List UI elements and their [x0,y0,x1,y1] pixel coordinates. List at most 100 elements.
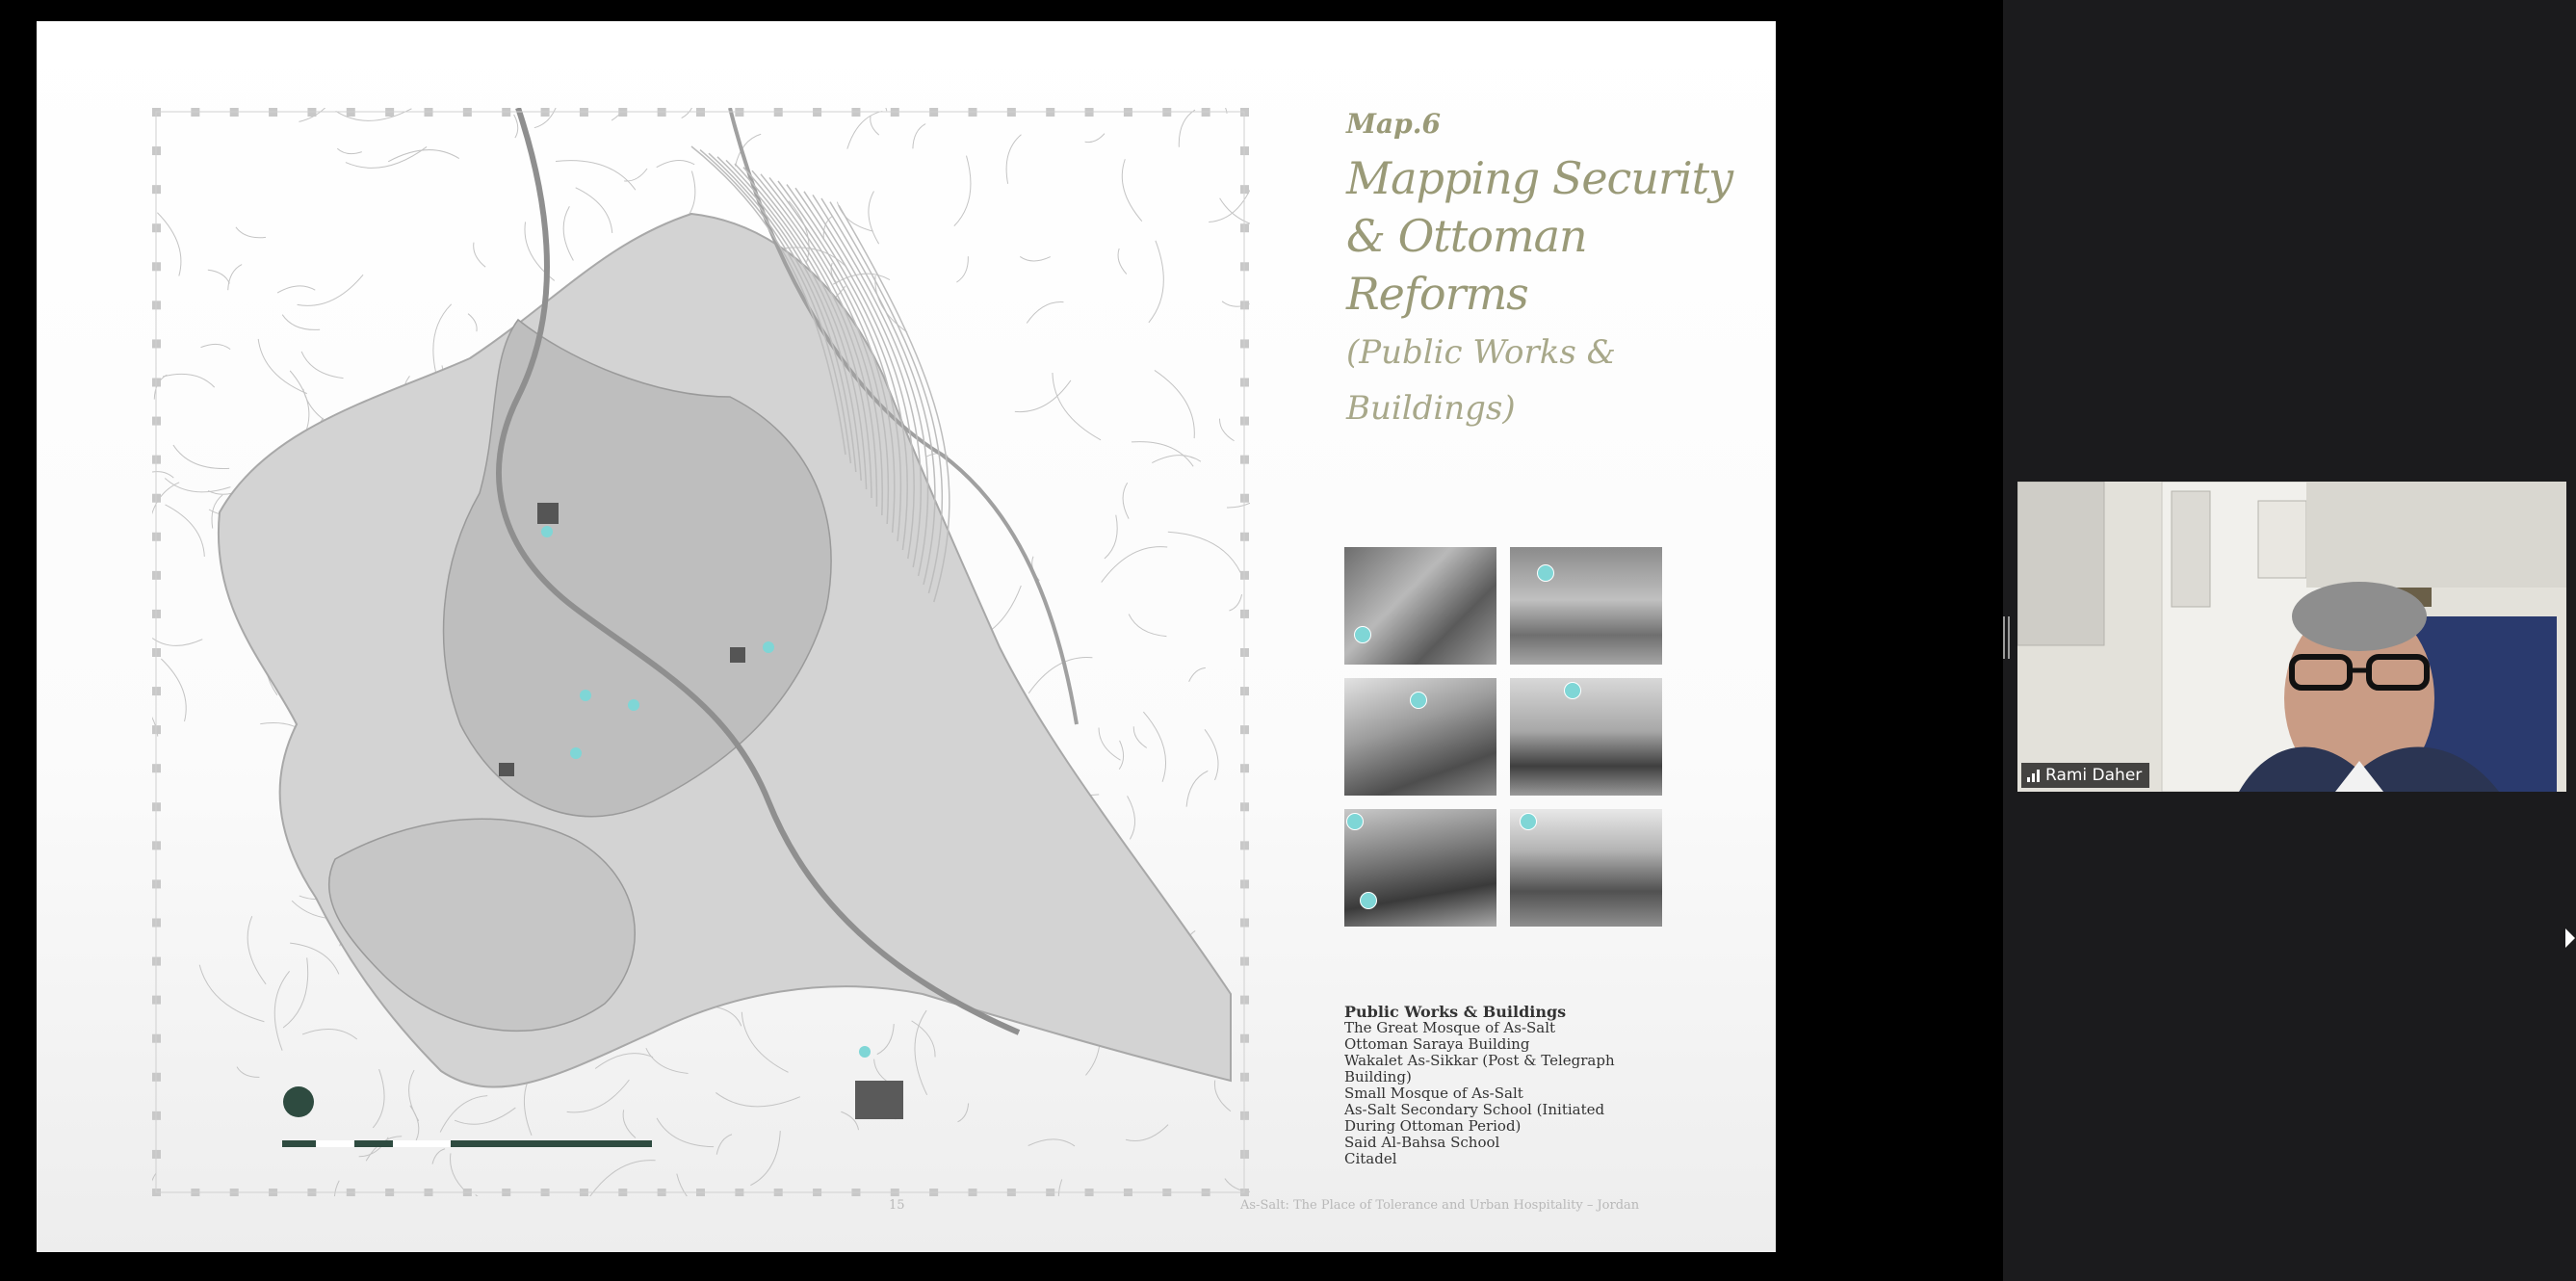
citadel-block [855,1081,903,1119]
street-line [1148,240,1164,324]
street-line [1204,729,1219,781]
street-line [622,1110,637,1138]
historic-photo [1344,547,1496,665]
street-line [868,191,880,245]
legend-item: Said Al-Bahsa School [1344,1134,1500,1151]
street-line [161,658,187,722]
street-line [273,971,291,1051]
street-line [162,374,216,388]
street-line [301,1029,358,1040]
legend-item: The Great Mosque of As-Salt [1344,1019,1556,1036]
street-line [956,256,969,283]
participant-name-tag: Rami Daher [2021,763,2150,788]
street-line [1028,656,1093,694]
street-line [876,1024,895,1056]
street-line [750,1131,781,1187]
photo-marker [1354,626,1371,643]
street-line [1101,546,1168,583]
map-marker [570,747,582,759]
street-line [1122,483,1130,519]
street-line [716,1134,733,1155]
slide-footer: As-Salt: The Place of Tolerance and Urba… [1240,1198,1640,1213]
street-line [1084,133,1106,144]
street-line [957,1103,970,1123]
street-line [227,264,243,291]
street-line [1019,255,1051,262]
street-line [624,168,648,182]
legend-item: Wakalet As-Sikkar (Post & Telegraph [1344,1052,1615,1069]
street-line [207,269,230,284]
street-line [431,1148,446,1164]
map-subtitle-line: Buildings) [1346,389,1516,428]
city-map [152,108,1250,1196]
map-title-line: Mapping Security [1346,152,1733,204]
street-line [408,1069,420,1122]
historic-photo [1510,547,1662,665]
map-subtitle-line: (Public Works & [1346,333,1616,372]
map-marker [859,1046,871,1058]
street-line [290,942,340,975]
participant-video-feed [2017,482,2566,792]
slide-page-number: 15 [889,1198,905,1213]
legend-title: Public Works & Buildings [1344,1003,1567,1021]
street-line [165,504,205,557]
street-line [164,478,231,493]
photo-marker [1564,682,1581,699]
street-line [1152,455,1202,463]
street-line [1167,531,1241,573]
legend-item: Citadel [1344,1150,1397,1167]
street-line [562,205,574,261]
street-line [235,226,267,239]
street-line [1052,373,1102,441]
photo-marker [1410,692,1427,709]
street-line [1028,1138,1076,1147]
street-line [1142,711,1167,782]
street-line [1127,796,1135,840]
street-line [681,108,693,119]
street-line [336,147,362,155]
street-line [645,1048,689,1074]
street-line [236,1066,260,1078]
street-line [200,343,231,351]
photo-marker [1537,564,1554,582]
street-line [198,964,265,1023]
map-number: Map.6 [1346,108,1441,140]
scale-bar-icon [282,1140,652,1147]
map-marker [763,641,774,653]
street-line [1057,1179,1063,1196]
street-line [524,222,556,281]
south-quarter [327,818,636,1033]
street-line [912,123,926,149]
resize-handle-icon[interactable] [2003,616,2011,659]
street-line [372,1068,385,1129]
street-line [454,1107,516,1125]
street-line [1219,418,1235,442]
street-line [870,116,880,136]
street-line [281,314,321,330]
street-line [1098,727,1121,761]
street-line [1104,514,1118,560]
street-line [1185,770,1209,807]
legend-item: Small Mosque of As-Salt [1344,1085,1523,1102]
street-line [152,638,203,646]
building-highlight [730,647,745,663]
street-line [1178,109,1196,147]
map-title-block: Map.6 Mapping Security & Ottoman Reforms… [1346,108,1751,434]
street-line [475,1194,479,1196]
participant-name: Rami Daher [2045,766,2143,785]
photo-marker [1346,813,1364,830]
street-line [365,1136,403,1162]
street-line [276,285,316,294]
street-line [656,160,695,169]
street-line [953,155,972,227]
street-line [1125,1124,1169,1142]
historic-photo [1510,809,1662,927]
street-line [716,1092,801,1108]
street-line [300,351,344,379]
building-highlight [537,503,559,524]
participant-video-tile[interactable]: Rami Daher [2017,482,2566,792]
street-line [157,212,182,276]
street-line [1121,159,1143,222]
signal-bars-icon [2027,769,2040,782]
street-line [409,1105,420,1141]
